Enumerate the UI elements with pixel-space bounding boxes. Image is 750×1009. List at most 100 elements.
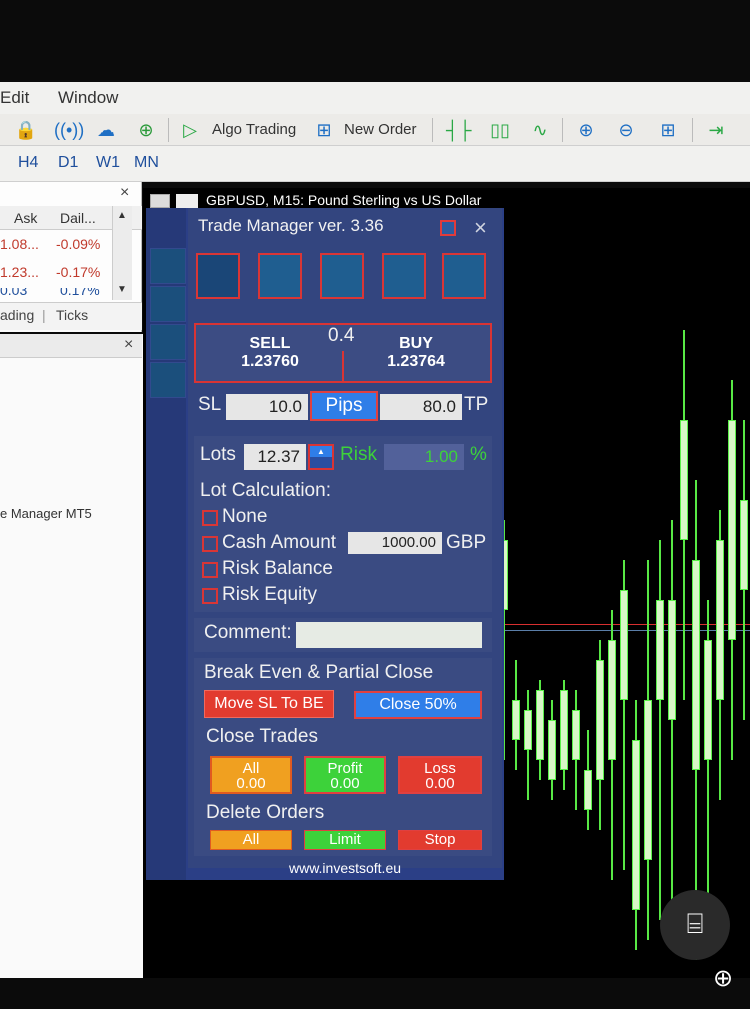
comment-input[interactable] <box>296 622 482 648</box>
table-row[interactable]: 0.03 0.17% <box>0 288 112 298</box>
add-market-icon[interactable]: ⊕ <box>134 118 158 142</box>
risk-input[interactable]: 1.00 <box>384 444 464 470</box>
buy-price: 1.23764 <box>387 353 445 370</box>
quick-button-4[interactable] <box>382 253 426 299</box>
quick-button-3[interactable] <box>320 253 364 299</box>
delete-stop-button[interactable]: Stop <box>398 830 482 850</box>
new-order-icon[interactable]: ⊞ <box>312 118 336 142</box>
zoom-in-icon[interactable]: ⊕ <box>574 118 598 142</box>
menu-window[interactable]: Window <box>58 88 118 108</box>
close-loss-label: Loss <box>424 760 456 777</box>
timeframe-mn[interactable]: MN <box>134 154 159 172</box>
scan-text-button[interactable]: ⌸ <box>660 890 730 960</box>
candlestick-icon[interactable]: ▯▯ <box>488 118 512 142</box>
daily-change-cell: 0.17% <box>60 288 100 298</box>
tab-trading[interactable]: ading <box>0 307 34 323</box>
cloud-icon[interactable]: ☁ <box>94 118 118 142</box>
zoom-icon[interactable]: ⊕ <box>706 964 740 998</box>
navigator-item[interactable]: e Manager MT5 <box>0 506 92 521</box>
close-50-button[interactable]: Close 50% <box>354 691 482 719</box>
candle <box>692 560 700 770</box>
signal-icon[interactable]: ((•)) <box>54 118 84 142</box>
pips-button[interactable]: Pips <box>310 391 378 421</box>
candle <box>524 710 532 750</box>
market-watch-scrollbar[interactable]: ▲ ▼ <box>112 206 132 300</box>
bar-chart-icon[interactable]: ┤├ <box>446 118 472 142</box>
sl-label: SL <box>198 394 222 415</box>
close-profit-button[interactable]: Profit 0.00 <box>304 756 386 794</box>
toolbar-separator <box>692 118 693 142</box>
quick-button-1[interactable] <box>196 253 240 299</box>
cash-amount-label: Cash Amount <box>222 532 337 553</box>
scroll-up-icon[interactable]: ▲ <box>117 210 127 221</box>
market-watch-panel: × Ask Dail... 1.08... -0.09% 1.23... -0.… <box>0 182 142 332</box>
risk-unit: % <box>470 444 487 465</box>
ask-cell: 0.03 <box>0 288 28 298</box>
footer-link[interactable]: www.investsoft.eu <box>188 860 502 880</box>
autoscroll-icon[interactable]: ⇥ <box>704 118 728 142</box>
sl-input[interactable]: 10.0 <box>226 394 308 420</box>
delete-limit-button[interactable]: Limit <box>304 830 386 850</box>
scroll-down-icon[interactable]: ▼ <box>117 284 127 295</box>
cash-amount-input[interactable]: 1000.00 <box>348 532 442 554</box>
sidebar-tab-3[interactable] <box>150 324 186 360</box>
lock-icon[interactable]: 🔒 <box>14 118 38 142</box>
column-ask[interactable]: Ask <box>14 210 37 226</box>
sell-label: SELL <box>249 335 291 352</box>
move-sl-to-be-button[interactable]: Move SL To BE <box>204 690 334 718</box>
close-button[interactable]: × <box>474 215 487 241</box>
candle <box>512 700 520 740</box>
candle-wick <box>659 540 661 920</box>
stepper-up-icon[interactable]: ▲ <box>310 446 332 457</box>
menu-edit[interactable]: Edit <box>0 88 29 108</box>
ask-cell: 1.08... <box>0 236 39 252</box>
none-option-label: None <box>222 506 268 527</box>
tab-divider: | <box>42 307 46 323</box>
timeframe-h4[interactable]: H4 <box>18 154 38 172</box>
lots-stepper[interactable]: ▲ <box>308 444 334 470</box>
delete-all-button[interactable]: All <box>210 830 292 850</box>
buy-label: BUY <box>399 335 433 352</box>
close-loss-value: 0.00 <box>425 775 455 792</box>
risk-equity-checkbox[interactable] <box>202 588 218 604</box>
trade-manager-sidebar <box>146 208 186 880</box>
sidebar-tab-2[interactable] <box>150 286 186 322</box>
minimize-button[interactable] <box>440 220 456 236</box>
chart-title: GBPUSD, M15: Pound Sterling vs US Dollar <box>206 192 482 208</box>
risk-balance-checkbox[interactable] <box>202 562 218 578</box>
candle <box>656 600 664 700</box>
tp-input[interactable]: 80.0 <box>380 394 462 420</box>
grid-icon[interactable]: ⊞ <box>656 118 680 142</box>
candle <box>644 700 652 860</box>
lots-input[interactable]: 12.37 <box>244 444 306 470</box>
close-all-button[interactable]: All 0.00 <box>210 756 292 794</box>
quick-button-5[interactable] <box>442 253 486 299</box>
candle <box>620 590 628 700</box>
candle <box>740 500 748 590</box>
new-order-button[interactable]: New Order <box>344 118 417 142</box>
timeframe-d1[interactable]: D1 <box>58 154 78 172</box>
timeframe-w1[interactable]: W1 <box>96 154 120 172</box>
zoom-out-icon[interactable]: ⊖ <box>614 118 638 142</box>
market-watch-tabs: ading | Ticks <box>0 302 142 330</box>
menu-bar: Edit Window <box>0 82 750 114</box>
sidebar-tab-4[interactable] <box>150 362 186 398</box>
market-watch-close-button[interactable]: × <box>120 184 129 202</box>
line-chart-icon[interactable]: ∿ <box>528 118 552 142</box>
close-loss-button[interactable]: Loss 0.00 <box>398 756 482 794</box>
sell-button[interactable]: SELL 1.23760 <box>196 325 342 381</box>
buy-button[interactable]: BUY 1.23764 <box>344 325 490 381</box>
algo-trading-button[interactable]: Algo Trading <box>212 118 296 142</box>
cash-amount-checkbox[interactable] <box>202 536 218 552</box>
column-daily[interactable]: Dail... <box>60 210 96 226</box>
play-icon[interactable]: ▷ <box>178 118 202 142</box>
quick-button-2[interactable] <box>258 253 302 299</box>
candle <box>680 420 688 540</box>
none-checkbox[interactable] <box>202 510 218 526</box>
break-even-title: Break Even & Partial Close <box>204 662 434 683</box>
navigator-close-button[interactable]: × <box>124 336 133 354</box>
sidebar-tab-1[interactable] <box>150 248 186 284</box>
risk-label: Risk <box>340 444 377 465</box>
sell-buy-box: SELL 1.23760 0.4 BUY 1.23764 <box>194 323 492 383</box>
tab-ticks[interactable]: Ticks <box>56 307 88 323</box>
